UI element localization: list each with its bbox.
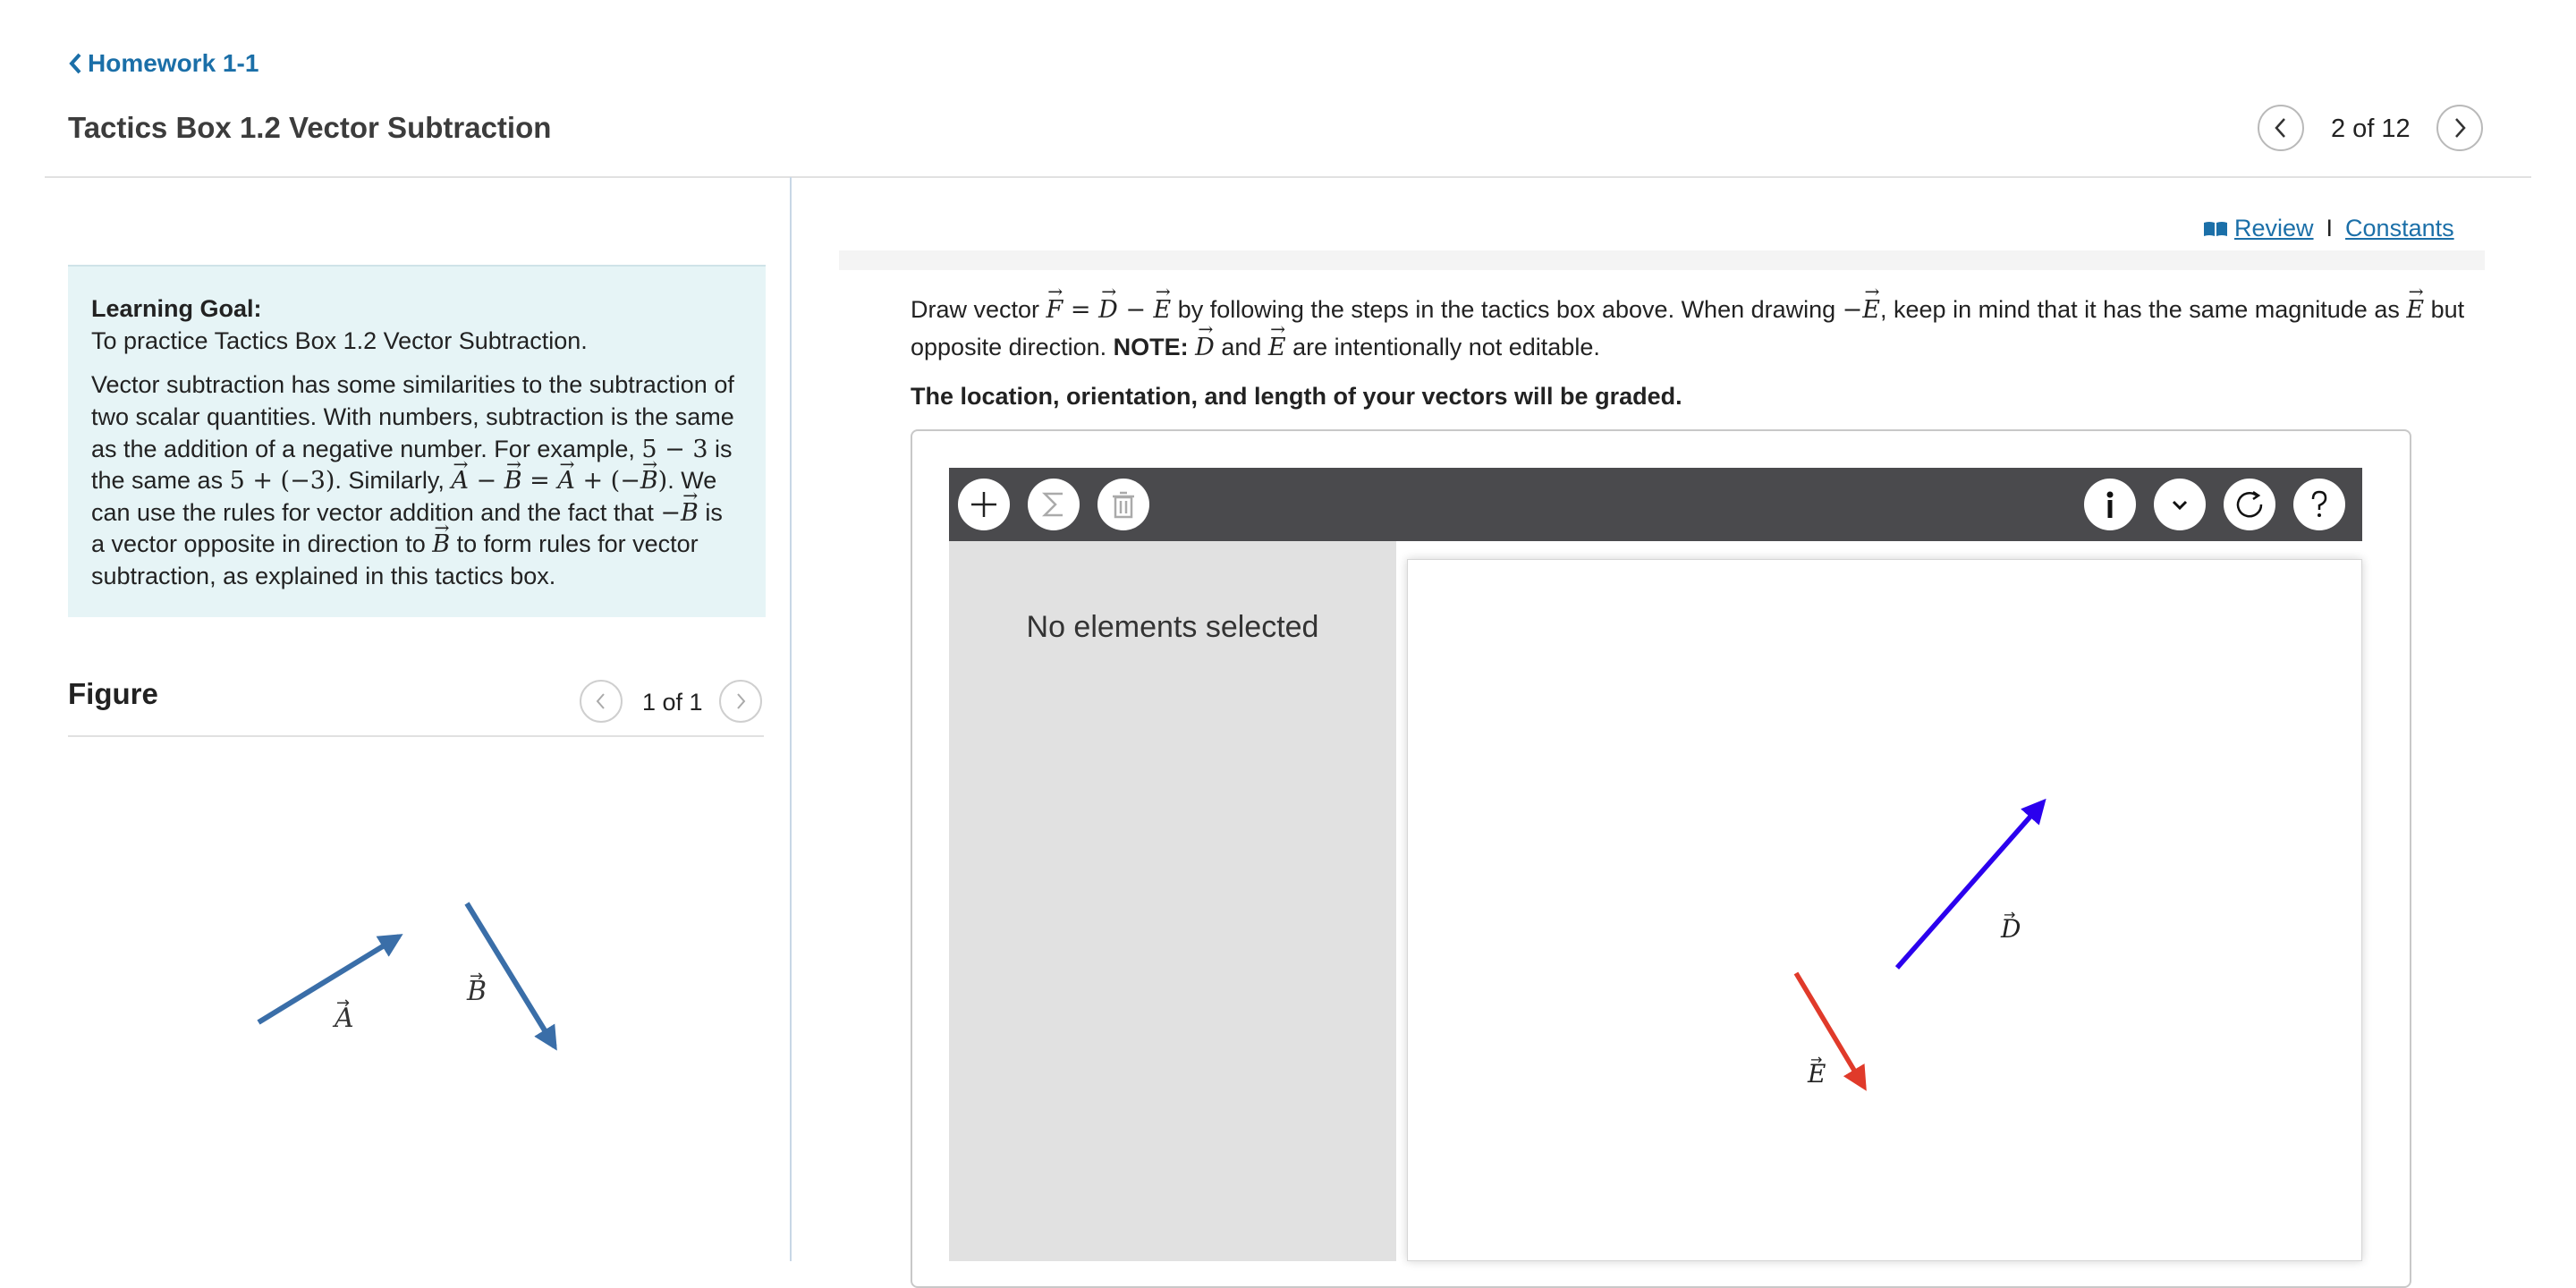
- vector-symbol: F: [1046, 292, 1063, 329]
- vector-symbol: B: [681, 497, 699, 530]
- pane-divider: [790, 177, 792, 1261]
- vector-symbol: E: [2406, 292, 2424, 329]
- resource-links: Review I Constants: [2202, 215, 2454, 242]
- grading-note: The location, orientation, and length of…: [911, 383, 1682, 410]
- info-button[interactable]: [2084, 479, 2136, 530]
- learning-goal-text: To practice Tactics Box 1.2 Vector Subtr…: [91, 326, 588, 354]
- figure-next-button[interactable]: [719, 680, 762, 723]
- add-icon: [971, 492, 996, 517]
- vector-sum-button[interactable]: [1028, 479, 1080, 530]
- no-selection-message: No elements selected: [1026, 610, 1319, 644]
- learning-goal-box: Learning Goal: To practice Tactics Box 1…: [68, 265, 766, 617]
- figure-title: Figure: [68, 677, 158, 710]
- instruction-text: are intentionally not editable.: [1285, 333, 1600, 360]
- learning-goal-heading: Learning Goal:: [91, 295, 262, 322]
- math-expression: 5 + (−3): [229, 467, 335, 496]
- body-text: Vector subtraction has some similarities…: [91, 371, 734, 462]
- vector-b-label: B →: [466, 967, 487, 1007]
- vector-d-label: D →: [2000, 906, 2021, 944]
- trash-icon: [1113, 491, 1134, 519]
- back-link-label: Homework 1-1: [88, 49, 259, 77]
- next-item-button[interactable]: [2436, 105, 2483, 151]
- properties-panel: [949, 541, 1396, 1261]
- vector-symbol: A: [451, 465, 469, 497]
- book-icon: [2204, 221, 2227, 236]
- vector-symbol: D: [1195, 329, 1215, 367]
- review-link[interactable]: Review: [2202, 215, 2314, 242]
- vector-e-arrow[interactable]: [1793, 971, 1867, 1091]
- link-separator: I: [2326, 215, 2334, 242]
- svg-text:→: →: [1810, 1051, 1822, 1068]
- note-label: NOTE:: [1113, 333, 1189, 360]
- svg-text:→: →: [470, 967, 483, 986]
- math-operator: −: [1842, 296, 1863, 324]
- vector-symbol: E: [1862, 292, 1880, 329]
- vector-symbol: B: [504, 465, 522, 497]
- chevron-down-icon: [2172, 500, 2188, 511]
- vector-symbol: A: [557, 465, 575, 497]
- instruction-text: , keep in mind that it has the same magn…: [1880, 296, 2407, 323]
- section-strip: [839, 250, 2485, 270]
- instruction-text: Draw vector: [911, 296, 1046, 323]
- options-dropdown-button[interactable]: [2154, 479, 2206, 530]
- add-vector-button[interactable]: [958, 479, 1010, 530]
- figure-divider: [68, 735, 764, 737]
- learning-goal-body: Vector subtraction has some similarities…: [91, 369, 742, 592]
- figure-image: A → B →: [257, 902, 557, 1051]
- review-link-label: Review: [2234, 215, 2314, 242]
- math-operator: −: [468, 467, 504, 496]
- previous-item-button[interactable]: [2258, 105, 2304, 151]
- info-icon: [2106, 491, 2114, 518]
- math-operator: −: [660, 498, 682, 527]
- drawing-toolbar: [949, 468, 2362, 541]
- problem-instructions: Draw vector F = D − E by following the s…: [911, 292, 2467, 367]
- body-text: . Similarly,: [335, 467, 452, 495]
- chevron-left-icon: [69, 53, 81, 74]
- math-operator: =: [1063, 296, 1099, 324]
- help-button[interactable]: [2293, 479, 2345, 530]
- vector-symbol: B: [640, 465, 658, 497]
- chevron-left-icon: [2275, 118, 2285, 138]
- math-operator: + (−: [574, 467, 640, 496]
- help-icon: [2311, 490, 2327, 517]
- item-counter: 2 of 12: [2331, 114, 2411, 143]
- chevron-left-icon: [596, 693, 605, 709]
- vector-e-label: E →: [1807, 1051, 1826, 1089]
- reset-button[interactable]: [2224, 479, 2275, 530]
- vector-a-label: A →: [332, 994, 354, 1034]
- vector-symbol: D: [1098, 292, 1118, 329]
- vector-symbol: B: [432, 529, 450, 561]
- chevron-right-icon: [2455, 118, 2466, 138]
- vector-symbol: E: [1268, 329, 1286, 367]
- figure-counter: 1 of 1: [642, 689, 703, 716]
- math-operator: =: [521, 467, 558, 496]
- back-to-assignment-link[interactable]: Homework 1-1: [68, 49, 258, 78]
- vector-a-arrow: [257, 934, 403, 1025]
- vector-d-arrow[interactable]: [1894, 798, 2046, 970]
- figure-previous-button[interactable]: [580, 680, 623, 723]
- vector-symbol: E: [1154, 292, 1172, 329]
- canvas-vectors: D → E →: [1793, 798, 2046, 1091]
- svg-text:→: →: [2004, 906, 2015, 923]
- constants-link[interactable]: Constants: [2345, 215, 2454, 242]
- reset-icon: [2236, 490, 2263, 518]
- chevron-right-icon: [737, 693, 746, 709]
- svg-text:→: →: [336, 994, 350, 1013]
- header-divider: [45, 176, 2531, 178]
- sigma-icon: [1041, 492, 1063, 517]
- math-operator: −: [1117, 296, 1154, 324]
- page-title: Tactics Box 1.2 Vector Subtraction: [68, 111, 552, 144]
- math-operator: ): [657, 467, 668, 496]
- instruction-text: and: [1214, 333, 1268, 360]
- delete-button[interactable]: [1097, 479, 1149, 530]
